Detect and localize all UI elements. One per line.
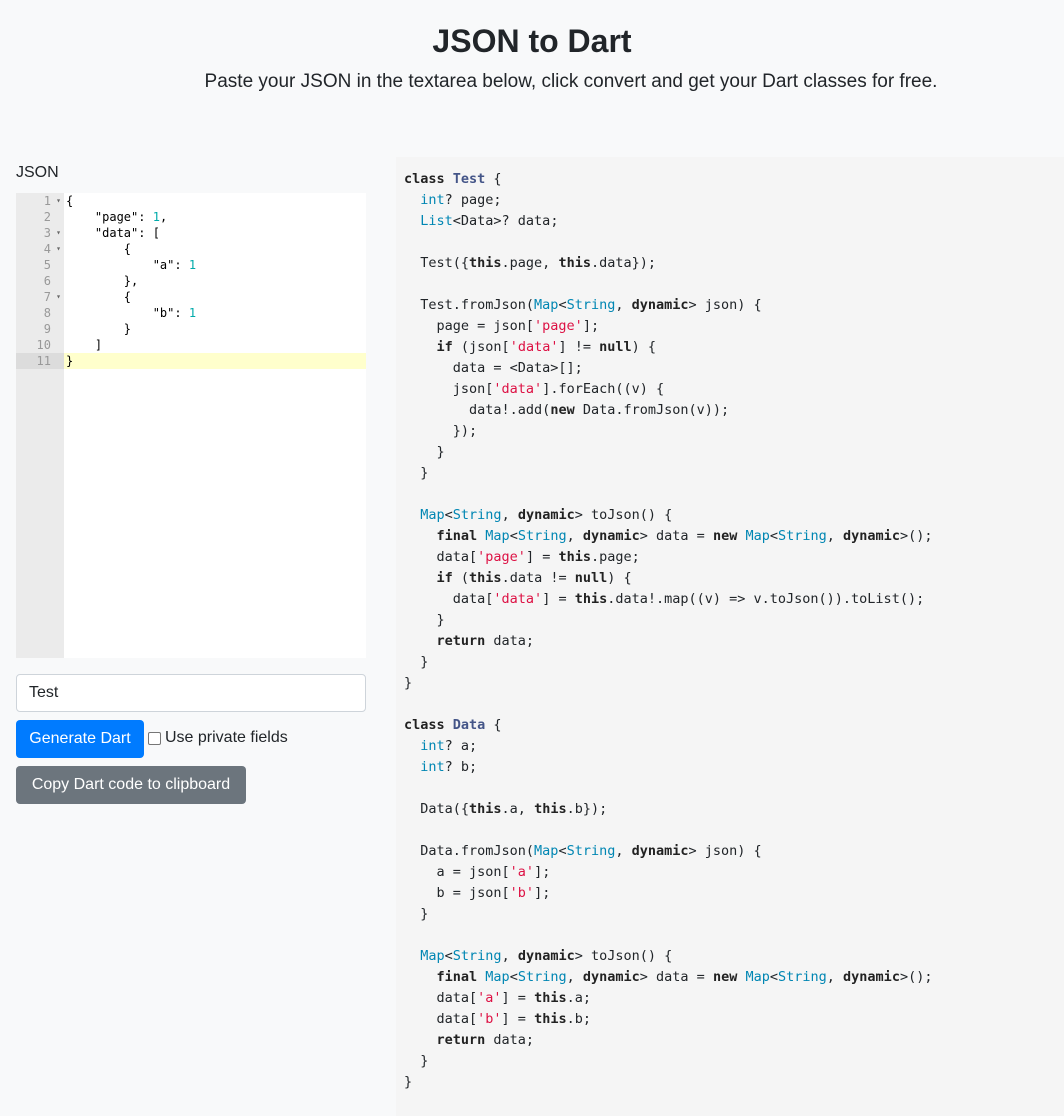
line-number-text: 8 (43, 306, 51, 320)
json-text: , (159, 210, 168, 224)
line-number-text: 9 (43, 322, 51, 336)
line-number-text: 3 (43, 226, 51, 240)
fold-arrow-icon[interactable]: ▾ (56, 193, 61, 209)
dart-code: class Test { int? page; List<Data>? data… (404, 171, 933, 1090)
editor-line-code: } (66, 353, 73, 369)
line-number-text: 10 (36, 338, 51, 352)
editor-line[interactable]: 8 "b": 1 (16, 305, 366, 321)
fold-arrow-icon[interactable]: ▾ (56, 289, 61, 305)
json-text: }, (66, 274, 139, 288)
line-number: 6 (16, 273, 64, 289)
editor-line-code: { (66, 241, 131, 257)
editor-line[interactable]: 1 ▾{ (16, 193, 366, 209)
generate-dart-button[interactable]: Generate Dart (16, 720, 144, 758)
line-number: 1 ▾ (16, 193, 64, 209)
json-text: "page": (66, 210, 153, 224)
line-number: 11 (16, 353, 64, 369)
json-text: "b": (66, 306, 189, 320)
line-number: 4 ▾ (16, 241, 64, 257)
editor-line[interactable]: 6 }, (16, 273, 366, 289)
line-number-text: 6 (43, 274, 51, 288)
line-number: 5 (16, 257, 64, 273)
copy-to-clipboard-button[interactable]: Copy Dart code to clipboard (16, 766, 246, 804)
line-number: 3 ▾ (16, 225, 64, 241)
editor-line-code: } (66, 321, 131, 337)
editor-line-code: }, (66, 273, 138, 289)
class-name-input[interactable] (16, 674, 366, 712)
json-text: } (66, 354, 74, 368)
json-text: { (66, 242, 132, 256)
json-label: JSON (16, 164, 59, 181)
line-number-text: 1 (43, 194, 51, 208)
private-fields-label[interactable]: Use private fields (165, 728, 288, 748)
editor-line[interactable]: 4 ▾ { (16, 241, 366, 257)
editor-line[interactable]: 10 ] (16, 337, 366, 353)
json-text: } (66, 322, 132, 336)
line-number-text: 5 (43, 258, 51, 272)
private-fields-option[interactable]: Use private fields (148, 728, 288, 748)
page-title: JSON to Dart (432, 23, 632, 59)
json-text: { (66, 290, 132, 304)
json-text: ] (66, 338, 103, 352)
fold-arrow-icon[interactable]: ▾ (56, 225, 61, 241)
json-number: 1 (152, 210, 160, 224)
private-fields-checkbox[interactable] (148, 731, 161, 745)
line-number-text: 2 (43, 210, 51, 224)
fold-arrow-icon[interactable]: ▾ (56, 241, 61, 257)
json-text: "data": [ (66, 226, 160, 240)
line-number: 8 (16, 305, 64, 321)
editor-line[interactable]: 9 } (16, 321, 366, 337)
editor-line[interactable]: 7 ▾ { (16, 289, 366, 305)
page-subtitle: Paste your JSON in the textarea below, c… (204, 71, 938, 92)
json-text: "a": (66, 258, 189, 272)
editor-line-code: { (66, 193, 73, 209)
editor-line-code: { (66, 289, 131, 305)
editor-line-code: "page": 1, (66, 209, 167, 225)
line-number: 7 ▾ (16, 289, 64, 305)
editor-line-code: "a": 1 (66, 257, 196, 273)
json-number: 1 (188, 306, 197, 320)
editor-line-code: ] (66, 337, 102, 353)
editor-line[interactable]: 3 ▾ "data": [ (16, 225, 366, 241)
editor-line[interactable]: 11} (16, 353, 366, 369)
line-number-text: 7 (43, 290, 51, 304)
editor-line[interactable]: 5 "a": 1 (16, 257, 366, 273)
json-number: 1 (188, 258, 197, 272)
line-number: 2 (16, 209, 64, 225)
json-text: { (66, 194, 74, 208)
line-number-text: 11 (36, 354, 51, 368)
dart-output-panel: class Test { int? page; List<Data>? data… (396, 157, 1064, 1116)
editor-line[interactable]: 2 "page": 1, (16, 209, 366, 225)
editor-line-code: "b": 1 (66, 305, 196, 321)
editor-line-code: "data": [ (66, 225, 160, 241)
line-number: 9 (16, 321, 64, 337)
line-number: 10 (16, 337, 64, 353)
line-number-text: 4 (43, 242, 51, 256)
json-editor[interactable]: 1 ▾{2 "page": 1, 3 ▾ "data": [4 ▾ {5 "a": 16… (16, 193, 366, 658)
